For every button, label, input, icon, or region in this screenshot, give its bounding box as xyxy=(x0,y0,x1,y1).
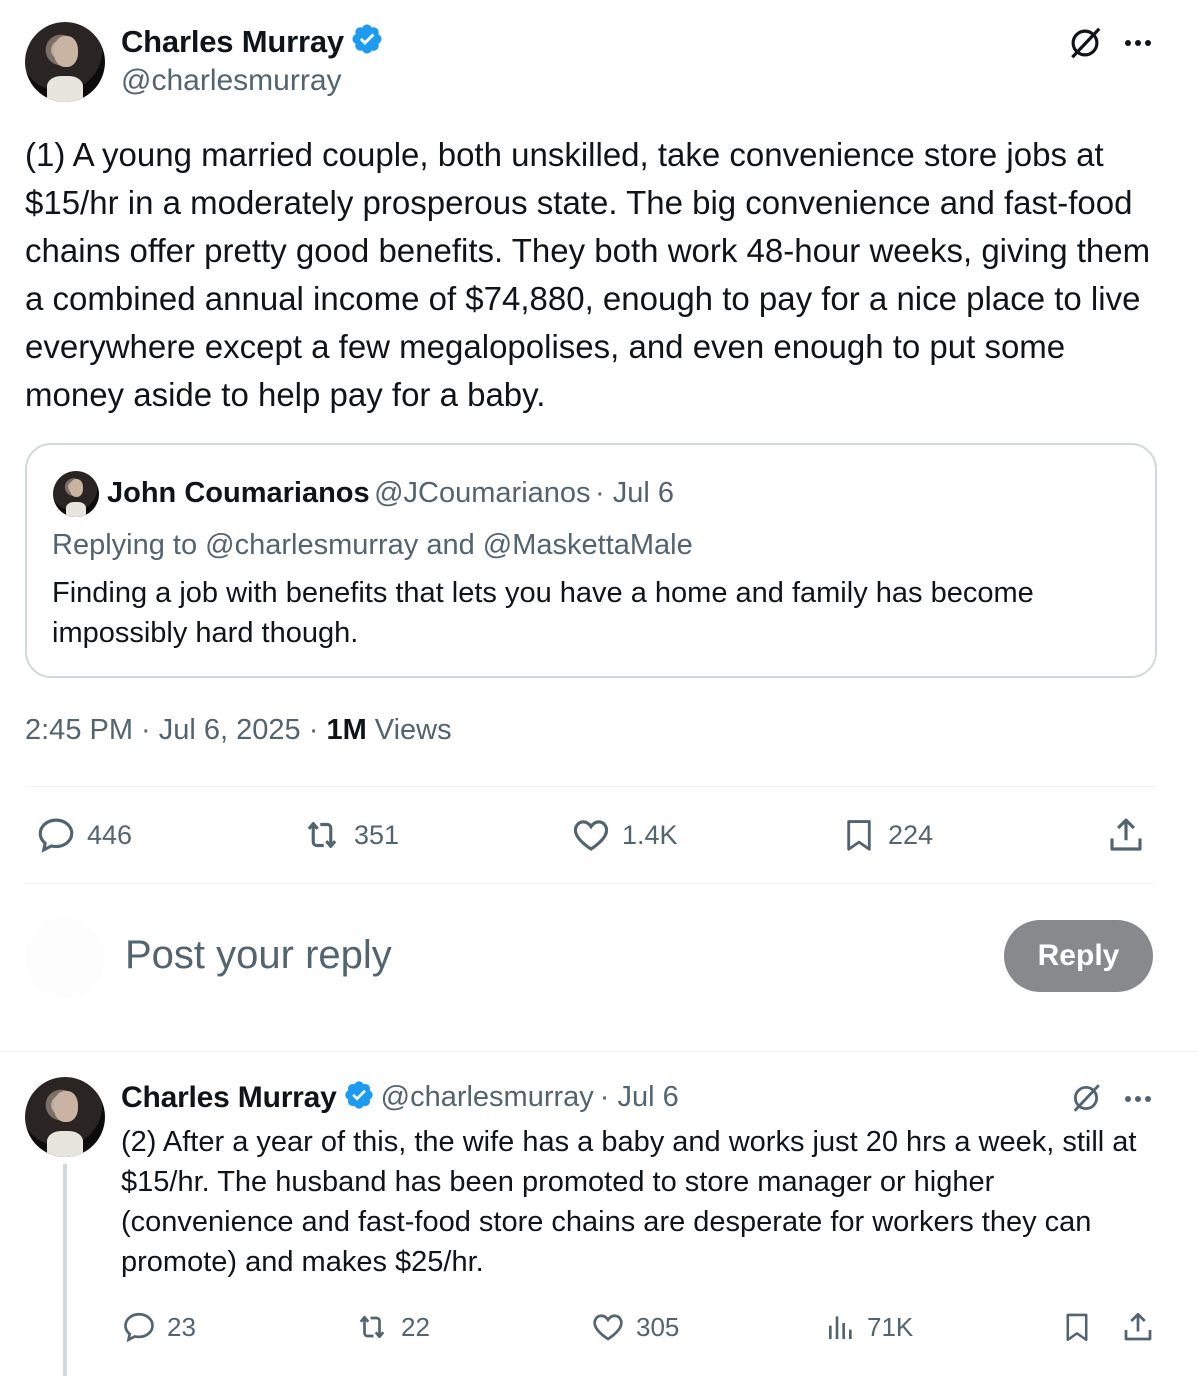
second-like-action[interactable]: 305 xyxy=(590,1309,679,1345)
second-author-avatar[interactable] xyxy=(25,1077,105,1157)
divider-bottom xyxy=(25,883,1157,884)
second-views-count: 71K xyxy=(867,1311,914,1342)
second-grok-icon[interactable] xyxy=(1069,1081,1103,1120)
reply-icon xyxy=(124,1312,154,1343)
bookmark-icon xyxy=(847,820,871,851)
views-label: Views xyxy=(366,714,452,746)
repost-count: 351 xyxy=(354,819,400,850)
second-author-handle[interactable]: @charlesmurray xyxy=(381,1081,594,1114)
thread-line xyxy=(63,1164,67,1376)
reply-button[interactable]: Reply xyxy=(1004,920,1153,992)
reply-count: 446 xyxy=(87,819,133,850)
author-name[interactable]: Charles Murray xyxy=(121,24,344,60)
bookmark-count: 224 xyxy=(888,819,934,850)
timestamp-text[interactable]: 2:45 PM · Jul 6, 2025 · xyxy=(25,714,326,746)
reply-input[interactable]: Post your reply xyxy=(125,933,392,978)
like-icon xyxy=(573,820,609,851)
second-reply-count: 23 xyxy=(167,1311,196,1342)
second-views-action[interactable]: 71K xyxy=(825,1309,913,1345)
views-count: 1M xyxy=(326,714,367,746)
repost-icon xyxy=(359,1315,385,1339)
quoted-author-avatar xyxy=(53,471,99,517)
second-repost-action[interactable]: 22 xyxy=(353,1309,430,1345)
second-tweet-text: (2) After a year of this, the wife has a… xyxy=(121,1126,1137,1278)
more-icon[interactable] xyxy=(1120,28,1156,63)
bookmark-action[interactable]: 224 xyxy=(840,814,933,856)
author-handle[interactable]: @charlesmurray xyxy=(121,64,342,98)
second-reply-action[interactable]: 23 xyxy=(121,1309,196,1345)
verified-badge-icon xyxy=(350,22,384,61)
quoted-date: · Jul 6 xyxy=(594,477,674,509)
reply-user-avatar xyxy=(25,918,105,998)
repost-icon xyxy=(307,822,337,848)
second-share-icon[interactable] xyxy=(1120,1309,1156,1350)
quoted-author-name: John Coumarianos xyxy=(107,477,370,509)
second-more-icon[interactable] xyxy=(1120,1084,1156,1119)
like-count: 1.4K xyxy=(622,819,678,850)
reply-action[interactable]: 446 xyxy=(35,814,132,856)
author-avatar[interactable] xyxy=(25,22,105,102)
quoted-replying-to: Replying to @charlesmurray and @Masketta… xyxy=(52,529,693,561)
like-icon xyxy=(593,1314,623,1341)
quoted-text: Finding a job with benefits that lets yo… xyxy=(52,577,1034,649)
tweet-text: (1) A young married couple, both unskill… xyxy=(25,136,1151,413)
second-like-count: 305 xyxy=(636,1311,680,1342)
quoted-author-handle: @JCoumarianos xyxy=(374,477,591,509)
tweet-timestamp: 2:45 PM · Jul 6, 2025 · 1M Views xyxy=(25,714,452,747)
second-date[interactable]: · Jul 6 xyxy=(600,1081,679,1114)
quoted-tweet[interactable]: John Coumarianos @JCoumarianos · Jul 6 R… xyxy=(25,443,1157,678)
second-repost-count: 22 xyxy=(401,1311,430,1342)
second-bookmark-icon[interactable] xyxy=(1060,1309,1094,1350)
second-verified-badge-icon xyxy=(343,1079,375,1116)
reply-icon xyxy=(38,818,74,853)
repost-action[interactable]: 351 xyxy=(300,814,399,856)
divider-top xyxy=(25,786,1157,787)
grok-icon[interactable] xyxy=(1066,24,1104,67)
share-icon[interactable] xyxy=(1105,814,1147,861)
divider-thread xyxy=(0,1051,1198,1052)
like-action[interactable]: 1.4K xyxy=(570,814,678,856)
second-author-name[interactable]: Charles Murray xyxy=(121,1081,337,1115)
views-icon xyxy=(829,1316,852,1339)
